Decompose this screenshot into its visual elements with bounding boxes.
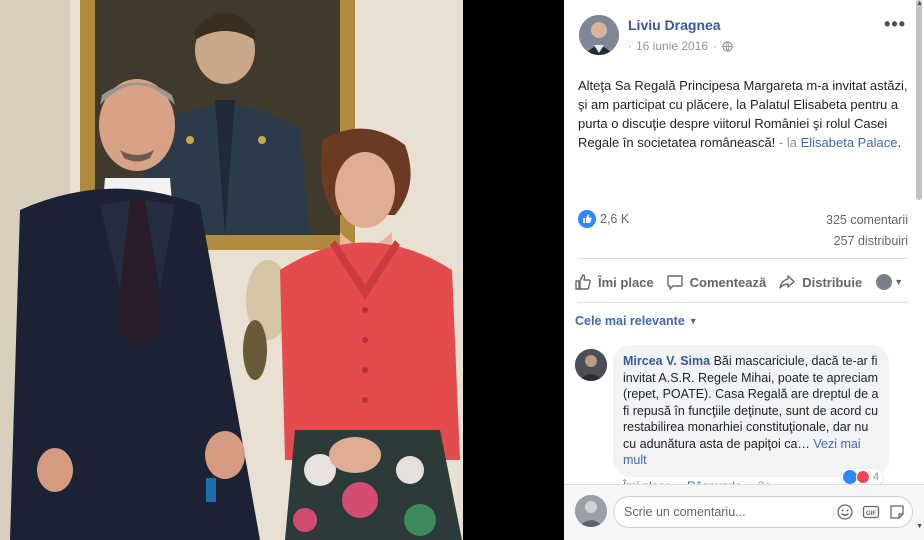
- composer-icons: GIF: [836, 503, 906, 521]
- chevron-down-icon: ▼: [688, 316, 698, 326]
- love-reaction-icon: [856, 470, 870, 484]
- like-reaction-icon: [843, 470, 857, 484]
- more-dots-icon[interactable]: •••: [884, 14, 906, 35]
- commenter-name[interactable]: Mircea V. Sima: [623, 354, 710, 368]
- post-panel: Liviu Dragnea · 16 iunie 2016 · ••• Alte…: [564, 0, 924, 540]
- globe-icon[interactable]: [722, 40, 733, 52]
- emoji-icon[interactable]: [836, 503, 854, 521]
- location-link[interactable]: Elisabeta Palace: [801, 135, 898, 150]
- post-meta: · 16 iunie 2016 ·: [628, 39, 733, 53]
- gif-icon[interactable]: GIF: [862, 503, 880, 521]
- comment-bubble: Mircea V. Sima Băi mascariciule, dacă te…: [613, 345, 889, 477]
- chevron-down-icon: ▼: [894, 277, 904, 287]
- audience-selector[interactable]: ▼: [876, 274, 903, 290]
- post-actions: Îmi place Comentează Distribuie ▼: [574, 266, 914, 298]
- separator-dot: ·: [628, 41, 631, 51]
- location-suffix: .: [897, 135, 902, 150]
- photo-image: [0, 0, 463, 540]
- share-button[interactable]: Distribuie: [778, 273, 862, 291]
- author-avatar[interactable]: [579, 15, 619, 55]
- like-button-label: Îmi place: [598, 274, 654, 290]
- thumbs-up-icon: [575, 274, 591, 290]
- scroll-down-icon[interactable]: ▼: [916, 523, 923, 530]
- like-button[interactable]: Îmi place: [574, 273, 654, 291]
- comment-composer: Scrie un comentariu... GIF: [564, 484, 924, 540]
- lightbox-gap: [463, 0, 564, 540]
- comment-bubble-icon: [666, 275, 683, 290]
- viewer-avatar: [575, 495, 607, 527]
- share-button-label: Distribuie: [802, 274, 863, 290]
- likes-count[interactable]: 2,6 K: [600, 212, 629, 226]
- scroll-up-icon[interactable]: ▲: [916, 0, 923, 7]
- comment-reactions[interactable]: 4: [841, 469, 884, 485]
- post-photo[interactable]: [0, 0, 463, 540]
- post-header: Liviu Dragnea · 16 iunie 2016 · •••: [564, 0, 924, 70]
- comment-button-label: Comentează: [689, 274, 767, 290]
- comment-filter-dropdown[interactable]: Cele mai relevante ▼: [575, 314, 698, 328]
- author-name[interactable]: Liviu Dragnea: [628, 17, 721, 33]
- comment-button[interactable]: Comentează: [666, 273, 767, 291]
- svg-text:GIF: GIF: [866, 511, 876, 517]
- comment-filter-label: Cele mai relevante: [575, 314, 685, 328]
- commenter-avatar[interactable]: [575, 349, 607, 381]
- location-prefix: - la: [775, 135, 801, 150]
- share-arrow-icon: [779, 275, 795, 289]
- like-reaction-icon[interactable]: [578, 210, 596, 228]
- separator-dot-2: ·: [713, 39, 718, 53]
- post-date[interactable]: 16 iunie 2016: [636, 39, 708, 53]
- comments-count[interactable]: 325 comentarii: [826, 213, 908, 227]
- post-text: Alteţa Sa Regală Principesa Margareta m-…: [578, 76, 908, 152]
- scrollbar-thumb[interactable]: [916, 0, 922, 200]
- divider-top: [578, 258, 908, 259]
- shares-count[interactable]: 257 distribuiri: [834, 234, 908, 248]
- divider-bottom: [578, 302, 908, 303]
- comment-reaction-count: 4: [873, 471, 880, 483]
- sticker-icon[interactable]: [888, 503, 906, 521]
- viewer-avatar: [876, 274, 893, 290]
- engagement-counts: 2,6 K 325 comentarii 257 distribuiri: [578, 208, 908, 254]
